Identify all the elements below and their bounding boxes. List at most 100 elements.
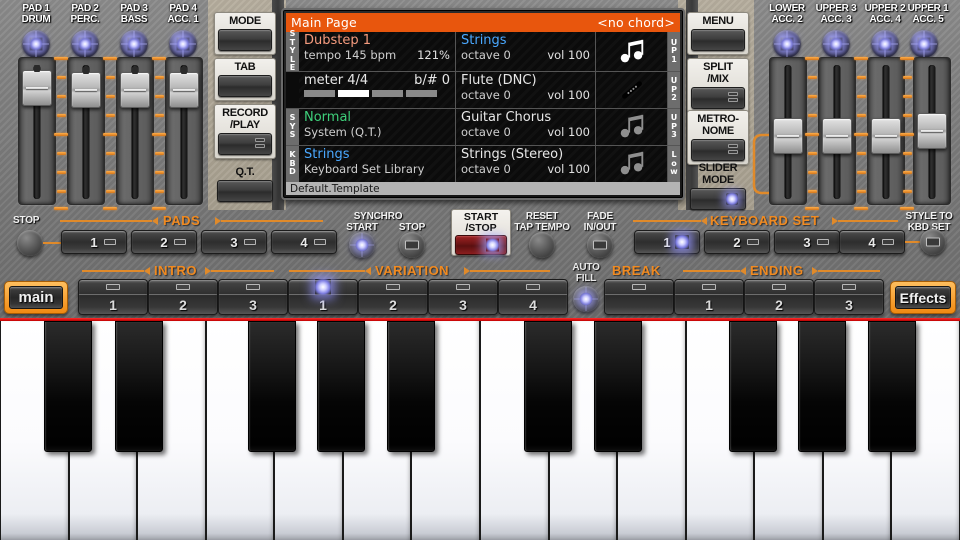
fader-cap[interactable] <box>120 72 150 108</box>
effects-button[interactable]: Effects <box>890 281 956 314</box>
keyboard-set-button-2[interactable]: 2 <box>704 230 770 254</box>
black-key[interactable] <box>387 321 435 452</box>
pad2-led-button[interactable] <box>71 30 99 58</box>
variation-button-1[interactable]: 1 <box>288 279 358 315</box>
qt-button[interactable]: Q.T. <box>214 164 276 205</box>
menu-switch[interactable] <box>691 29 745 51</box>
pad3-led-button[interactable] <box>120 30 148 58</box>
qt-switch[interactable] <box>217 180 273 202</box>
fader-upper3[interactable] <box>818 57 856 205</box>
intro-button-3[interactable]: 3 <box>218 279 288 315</box>
pad-button-3[interactable]: 3 <box>201 230 267 254</box>
intro-button-2[interactable]: 2 <box>148 279 218 315</box>
black-key[interactable] <box>248 321 296 452</box>
pad-button-2[interactable]: 2 <box>131 230 197 254</box>
start-stop-switch[interactable] <box>455 235 507 255</box>
synchro-stop-knob[interactable] <box>399 232 425 258</box>
fader-pad1[interactable] <box>18 57 56 205</box>
upper2-led-button[interactable] <box>871 30 899 58</box>
reset-tap-tempo-knob[interactable] <box>529 232 555 258</box>
piano-keyboard[interactable] <box>0 321 960 540</box>
ending-button-2[interactable]: 2 <box>744 279 814 315</box>
metronome-button[interactable]: METRO- NOME <box>687 110 749 165</box>
metronome-switch[interactable] <box>691 139 745 161</box>
fader-cap[interactable] <box>71 72 101 108</box>
lcd-kbd-cell[interactable]: Strings Keyboard Set Library <box>299 146 456 182</box>
intro-button-1[interactable]: 1 <box>78 279 148 315</box>
synchro-start-knob[interactable] <box>349 232 375 258</box>
keyboard-set-button-1[interactable]: 1 <box>634 230 700 254</box>
tab-button[interactable]: TAB <box>214 58 276 101</box>
lcd-part-up3-cell[interactable]: Guitar Chorus octave 0 vol 100 <box>456 109 596 144</box>
variation-button-3[interactable]: 3 <box>428 279 498 315</box>
main-button[interactable]: main <box>4 281 68 314</box>
fade-in-out-knob[interactable] <box>587 232 613 258</box>
tab-switch[interactable] <box>218 75 272 97</box>
black-key[interactable] <box>868 321 916 452</box>
slider-mode-button[interactable]: SLIDER MODE <box>687 160 749 213</box>
lcd-part-up1-cell[interactable]: Strings octave 0 vol 100 <box>456 32 596 71</box>
slider-mode-switch[interactable] <box>690 188 746 210</box>
fader-lower[interactable] <box>769 57 807 205</box>
fader-pad2[interactable] <box>67 57 105 205</box>
fader-cap[interactable] <box>169 72 199 108</box>
ending-button-1[interactable]: 1 <box>674 279 744 315</box>
menu-button[interactable]: MENU <box>687 12 749 55</box>
black-key[interactable] <box>44 321 92 452</box>
lcd-tab-up3[interactable]: UP3 <box>668 109 680 144</box>
upper1-led-button[interactable] <box>910 30 938 58</box>
lcd-tab-up1[interactable]: UP1 <box>668 32 680 71</box>
split-mix-switch[interactable] <box>691 87 745 109</box>
style-to-kbd-set-knob[interactable] <box>920 229 946 255</box>
keyboard-set-button-3[interactable]: 3 <box>774 230 840 254</box>
lcd-part-octave-low: octave 0 <box>461 162 511 176</box>
lcd-tab-up2[interactable]: UP2 <box>668 72 680 108</box>
lower-led-button[interactable] <box>773 30 801 58</box>
lcd-tab-low[interactable]: Low <box>668 146 680 182</box>
lcd-chord-indicator: <no chord> <box>597 15 675 30</box>
lcd-tab-kbd[interactable]: KBD <box>286 146 299 182</box>
variation-button-4[interactable]: 4 <box>498 279 568 315</box>
pad-button-4[interactable]: 4 <box>271 230 337 254</box>
lcd-sys-cell[interactable]: Normal System (Q.T.) <box>299 109 456 144</box>
black-key[interactable] <box>317 321 365 452</box>
fader-pad3[interactable] <box>116 57 154 205</box>
split-mix-button[interactable]: SPLIT /MIX <box>687 58 749 113</box>
lcd-style-cell[interactable]: Dubstep 1 tempo 145 bpm 121% <box>299 32 456 71</box>
fader-cap[interactable] <box>822 118 852 154</box>
fader-pad4[interactable] <box>165 57 203 205</box>
fader-cap[interactable] <box>871 118 901 154</box>
keyboard-set-button-4[interactable]: 4 <box>839 230 905 254</box>
black-key[interactable] <box>524 321 572 452</box>
ending-button-3[interactable]: 3 <box>814 279 884 315</box>
lcd-tab-style[interactable]: STYLE <box>286 32 299 71</box>
break-button[interactable] <box>604 279 674 315</box>
fader-cap[interactable] <box>22 70 52 106</box>
lcd-part-low-cell[interactable]: Strings (Stereo) octave 0 vol 100 <box>456 146 596 182</box>
upper3-led-button[interactable] <box>822 30 850 58</box>
pad1-led-button[interactable] <box>22 30 50 58</box>
lcd-meter-cell[interactable]: meter 4/4 b/# 0 <box>299 72 456 108</box>
record-play-button[interactable]: RECORD /PLAY <box>214 104 276 159</box>
metronome-leds <box>728 144 738 156</box>
black-key[interactable] <box>729 321 777 452</box>
mode-button[interactable]: MODE <box>214 12 276 55</box>
start-stop-button[interactable]: START /STOP <box>451 209 511 256</box>
pad4-led-button[interactable] <box>169 30 197 58</box>
auto-fill-knob[interactable] <box>573 286 599 312</box>
record-play-switch[interactable] <box>218 133 272 155</box>
variation-button-2[interactable]: 2 <box>358 279 428 315</box>
stop-knob[interactable] <box>17 230 43 256</box>
lcd-tab-sys[interactable]: SYS <box>286 109 299 144</box>
black-key[interactable] <box>115 321 163 452</box>
lcd-part-up2-cell[interactable]: Flute (DNC) octave 0 vol 100 <box>456 72 596 108</box>
black-key[interactable] <box>594 321 642 452</box>
fader-cap[interactable] <box>773 118 803 154</box>
black-key[interactable] <box>798 321 846 452</box>
pad-button-1[interactable]: 1 <box>61 230 127 254</box>
fader-cap[interactable] <box>917 113 947 149</box>
mode-switch[interactable] <box>218 29 272 51</box>
fader-upper1[interactable] <box>913 57 951 205</box>
keyboard-set-1-label: 1 <box>663 235 670 250</box>
lcd-display[interactable]: Main Page <no chord> STYLE Dubstep 1 tem… <box>281 8 685 200</box>
